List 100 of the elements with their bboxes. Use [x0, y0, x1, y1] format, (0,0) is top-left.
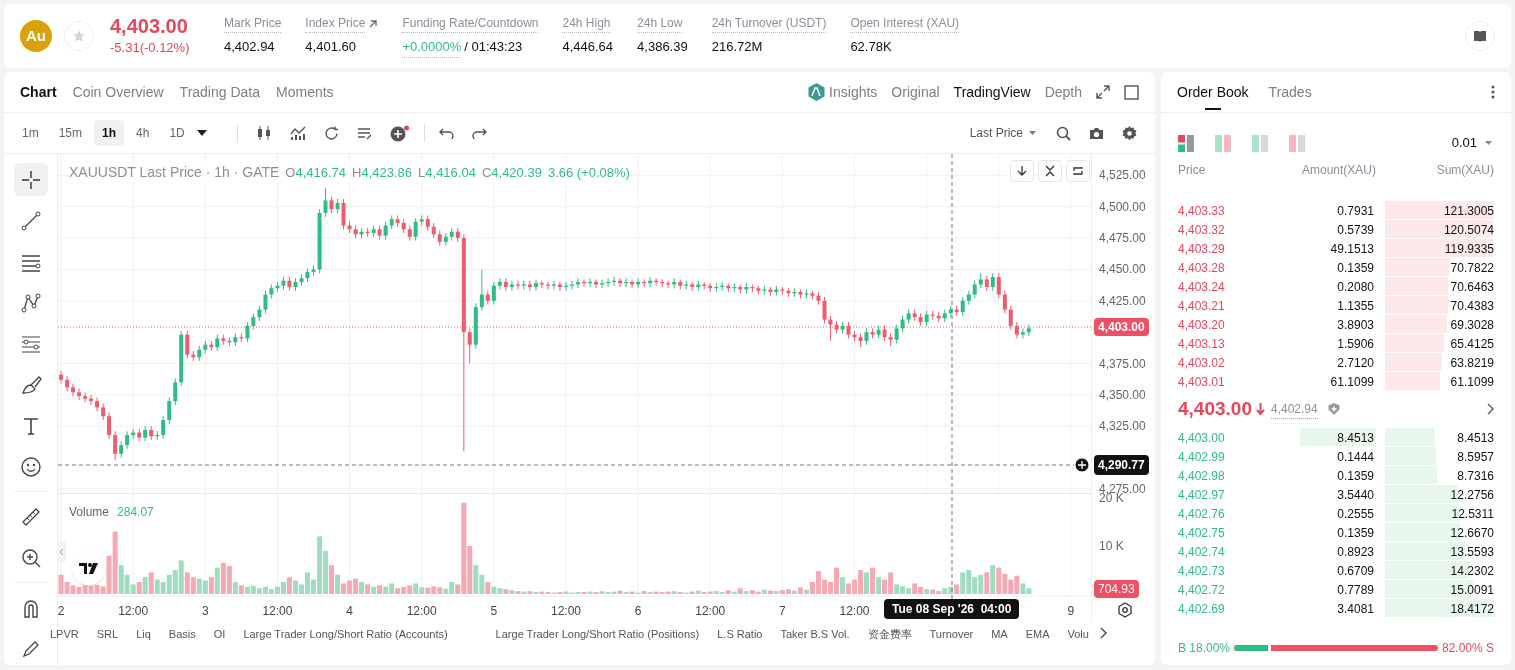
view-tab[interactable]: Depth — [1044, 81, 1082, 103]
indicators-icon[interactable] — [289, 126, 306, 140]
order-price[interactable]: 4,403.33 — [1178, 201, 1268, 220]
panel-tab[interactable]: Moments — [276, 72, 334, 112]
indicator-tab[interactable]: Large Trader Long/Short Ratio (Positions) — [495, 626, 700, 643]
panel-tab[interactable]: Coin Overview — [72, 72, 164, 112]
indicator-tab[interactable]: Large Trader Long/Short Ratio (Accounts) — [243, 626, 448, 643]
interval-button[interactable]: 4h — [128, 120, 158, 146]
order-price[interactable]: 4,402.97 — [1178, 485, 1268, 504]
indicator-tab[interactable]: SRL — [96, 626, 119, 643]
price-source-dropdown[interactable]: Last Price — [969, 124, 1036, 142]
order-price[interactable]: 4,403.21 — [1178, 296, 1268, 315]
view-tab[interactable]: Original — [891, 81, 940, 103]
order-price[interactable]: 4,402.98 — [1178, 466, 1268, 485]
order-amount: 0.5739 — [1337, 221, 1374, 239]
funding-rate: +0.0000% — [402, 37, 462, 58]
order-price[interactable]: 4,402.69 — [1178, 599, 1268, 618]
order-price[interactable]: 4,402.99 — [1178, 447, 1268, 466]
precision-dropdown[interactable]: 0.01 — [1451, 133, 1492, 153]
add-crosshair-icon[interactable] — [1074, 457, 1090, 473]
interval-button[interactable]: 1m — [14, 120, 47, 146]
panel-tab[interactable]: Trading Data — [179, 72, 260, 112]
expand-icon[interactable] — [1096, 85, 1110, 99]
interval-button[interactable]: 1D — [161, 120, 193, 146]
more-icon[interactable] — [1491, 85, 1495, 99]
chart-settings-icon[interactable] — [1117, 602, 1133, 618]
chevron-right-icon[interactable] — [1486, 403, 1494, 415]
order-price[interactable]: 4,403.20 — [1178, 315, 1268, 334]
order-price[interactable]: 4,403.24 — [1178, 277, 1268, 296]
order-sum: 120.5074 — [1443, 221, 1494, 239]
arrow-icon[interactable] — [368, 18, 379, 29]
order-price[interactable]: 4,403.00 — [1178, 428, 1268, 447]
indicator-tab[interactable]: LPVR — [50, 626, 79, 643]
order-amount: 0.1359 — [1337, 467, 1374, 485]
indicator-tab[interactable]: Volu — [1067, 626, 1089, 643]
order-price[interactable]: 4,403.28 — [1178, 258, 1268, 277]
settings-icon[interactable] — [1122, 125, 1137, 141]
indicator-tab[interactable]: Liq — [136, 626, 151, 643]
bar — [840, 577, 846, 594]
bar — [503, 589, 509, 594]
indicator-tab[interactable]: L.S Ratio — [717, 626, 763, 643]
caret-icon[interactable] — [196, 130, 207, 136]
stat-label: Index Price — [305, 14, 366, 34]
collapse-button[interactable] — [1038, 160, 1062, 182]
order-price[interactable]: 4,402.75 — [1178, 523, 1268, 542]
candles-icon[interactable] — [255, 126, 272, 140]
candlestick — [552, 280, 557, 290]
stat-value: 62.78K — [850, 38, 892, 57]
order-sum: 8.4513 — [1457, 429, 1494, 447]
search-icon[interactable] — [1056, 125, 1071, 141]
stat-value: 216.72M — [711, 38, 763, 57]
view-tab[interactable]: TradingView — [953, 81, 1031, 103]
order-amount: 0.1359 — [1337, 524, 1374, 542]
add-indicator-icon[interactable] — [389, 124, 410, 142]
order-price[interactable]: 4,402.73 — [1178, 561, 1268, 580]
order-price[interactable]: 4,402.74 — [1178, 542, 1268, 561]
interval-button[interactable]: 15m — [50, 120, 90, 146]
book-tab[interactable]: Trades — [1268, 72, 1312, 112]
order-price[interactable]: 4,403.13 — [1178, 334, 1268, 353]
stat-value: 4,386.39 — [637, 38, 688, 57]
indicator-tab[interactable]: 资金费率 — [867, 626, 912, 643]
book-tab[interactable]: Order Book — [1177, 72, 1249, 112]
order-price[interactable]: 4,403.29 — [1178, 239, 1268, 258]
book-layout-both-icon[interactable] — [1178, 134, 1195, 152]
order-amount: 0.2080 — [1337, 278, 1374, 296]
drawing-tool-button[interactable] — [13, 163, 48, 196]
camera-icon[interactable] — [1089, 126, 1104, 140]
smiley-icon — [19, 455, 42, 478]
bar — [954, 584, 960, 594]
candlestick — [65, 375, 70, 392]
order-price[interactable]: 4,402.76 — [1178, 504, 1268, 523]
order-price[interactable]: 4,403.32 — [1178, 220, 1268, 239]
indicator-tab[interactable]: EMA — [1025, 626, 1050, 643]
indicator-tab[interactable]: Turnover — [929, 626, 974, 643]
view-tab[interactable]: Insights — [808, 81, 878, 103]
chevron-right-icon[interactable] — [1098, 627, 1107, 639]
candlestick — [1002, 290, 1007, 314]
order-price[interactable]: 4,403.02 — [1178, 353, 1268, 372]
redo-icon[interactable] — [471, 127, 487, 139]
order-price[interactable]: 4,403.01 — [1178, 372, 1268, 391]
star-icon — [72, 29, 86, 43]
undo-icon[interactable] — [438, 127, 454, 139]
collapse-tab-icon[interactable] — [58, 541, 66, 563]
ohlc-value: C4,420.39 — [481, 163, 542, 182]
interval-button[interactable]: 1h — [94, 120, 125, 146]
order-price[interactable]: 4,402.72 — [1178, 580, 1268, 599]
bar — [761, 589, 767, 594]
indicator-tab[interactable]: Taker B.S Vol. — [780, 626, 850, 643]
loop-button[interactable] — [1066, 160, 1090, 182]
scroll-down-button[interactable] — [1010, 160, 1034, 182]
indicator-tab[interactable]: MA — [991, 626, 1008, 643]
panel-tab[interactable]: Chart — [20, 72, 57, 112]
window-icon[interactable] — [1124, 84, 1139, 100]
price-axis-label: 4,325.00 — [1099, 419, 1146, 434]
indicator-tab[interactable]: OI — [213, 626, 226, 643]
order-amount: 0.8923 — [1337, 543, 1374, 561]
template-icon[interactable] — [356, 126, 372, 140]
down-arrow-icon — [1016, 165, 1028, 177]
indicator-tab[interactable]: Basis — [168, 626, 196, 643]
replay-icon[interactable] — [323, 125, 339, 141]
